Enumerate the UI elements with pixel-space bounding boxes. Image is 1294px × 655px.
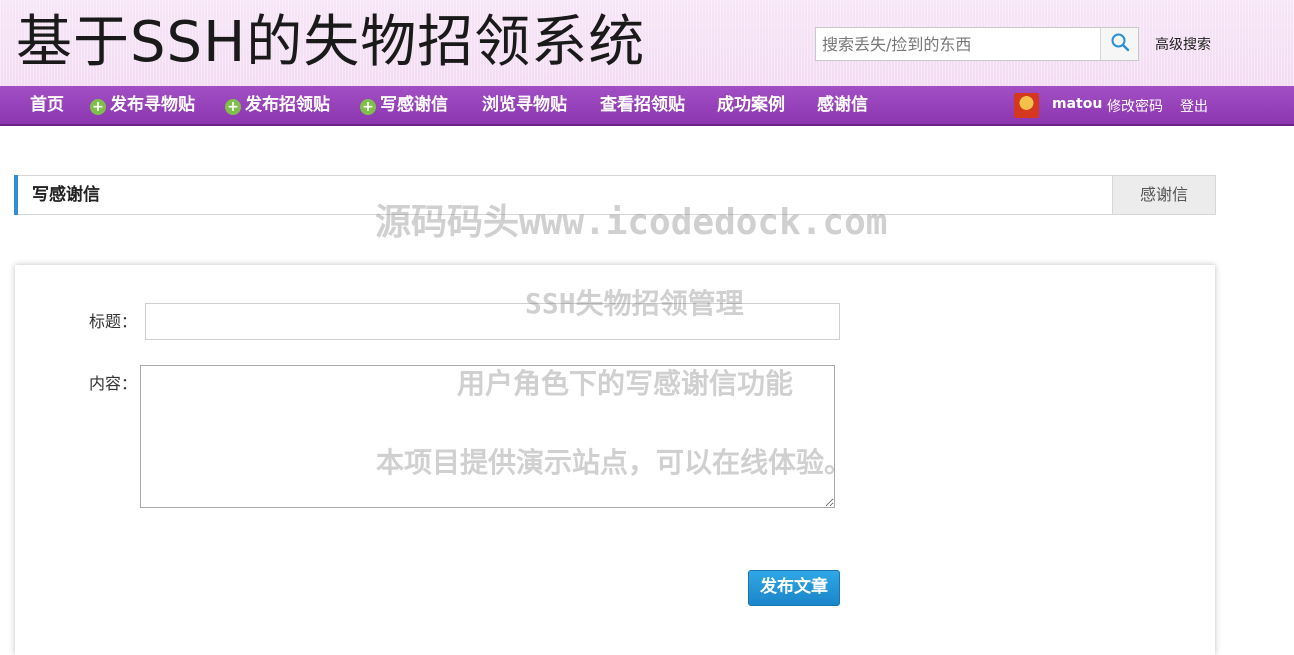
tab-thanks-letters[interactable]: 感谢信 bbox=[1112, 175, 1216, 215]
nav-home[interactable]: 首页 bbox=[30, 86, 64, 124]
nav-browse-lost[interactable]: 浏览寻物贴 bbox=[482, 86, 567, 124]
site-title: 基于SSH的失物招领系统 bbox=[16, 10, 646, 75]
nav-view-found[interactable]: 查看招领贴 bbox=[600, 86, 685, 124]
search-icon bbox=[1110, 32, 1130, 56]
nav-label: 发布寻物贴 bbox=[110, 95, 195, 115]
search-box bbox=[815, 27, 1139, 61]
nav-post-found[interactable]: + 发布招领贴 bbox=[225, 86, 330, 124]
search-button[interactable] bbox=[1100, 28, 1138, 60]
nav-label: 感谢信 bbox=[817, 95, 868, 115]
nav-label: 成功案例 bbox=[717, 95, 785, 115]
logout-link[interactable]: 登出 bbox=[1180, 96, 1208, 116]
nav-label: 写感谢信 bbox=[380, 95, 448, 115]
publish-button[interactable]: 发布文章 bbox=[748, 570, 840, 606]
page-title: 写感谢信 bbox=[32, 185, 100, 205]
watermark-line-1: 源码码头www.icodedock.com bbox=[375, 202, 888, 243]
search-input[interactable] bbox=[816, 28, 1102, 60]
nav-label: 发布招领贴 bbox=[245, 95, 330, 115]
user-name[interactable]: matou bbox=[1052, 96, 1102, 112]
plus-icon: + bbox=[360, 99, 376, 115]
nav-success-cases[interactable]: 成功案例 bbox=[717, 86, 785, 124]
header: 基于SSH的失物招领系统 高级搜索 bbox=[0, 0, 1294, 86]
change-password-link[interactable]: 修改密码 bbox=[1107, 96, 1163, 116]
advanced-search-link[interactable]: 高级搜索 bbox=[1155, 34, 1211, 54]
plus-icon: + bbox=[225, 99, 241, 115]
watermark-line-3: 用户角色下的写感谢信功能 bbox=[457, 367, 794, 400]
plus-icon: + bbox=[90, 99, 106, 115]
user-avatar[interactable] bbox=[1014, 93, 1039, 118]
nav-label: 查看招领贴 bbox=[600, 95, 685, 115]
watermark-line-2: SSH失物招领管理 bbox=[525, 287, 744, 320]
section-accent-bar bbox=[14, 175, 18, 215]
title-label: 标题： bbox=[89, 312, 138, 331]
watermark-line-4: 本项目提供演示站点，可以在线体验。 bbox=[376, 446, 853, 479]
nav-thanks-letters[interactable]: 感谢信 bbox=[817, 86, 868, 124]
nav-label: 浏览寻物贴 bbox=[482, 95, 567, 115]
content-label: 内容： bbox=[89, 374, 138, 393]
nav-write-thanks[interactable]: + 写感谢信 bbox=[360, 86, 448, 124]
nav-post-lost[interactable]: + 发布寻物贴 bbox=[90, 86, 195, 124]
nav-label: 首页 bbox=[30, 95, 64, 115]
